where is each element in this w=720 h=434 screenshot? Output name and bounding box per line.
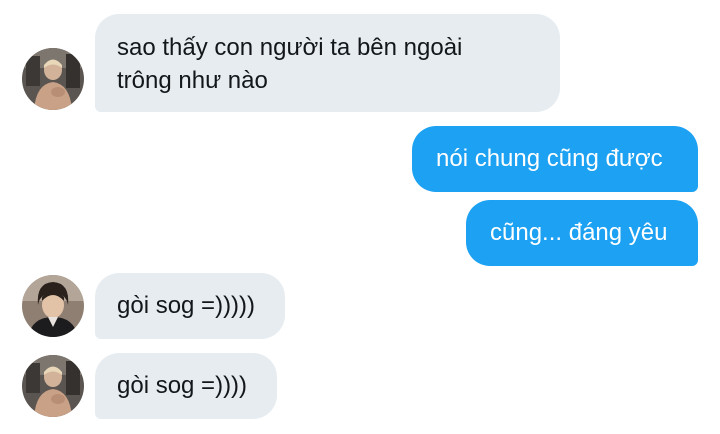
message-row-outgoing: cũng... đáng yêu (0, 200, 720, 266)
message-row-incoming: gòi sog =))))) (0, 273, 720, 339)
avatar[interactable] (22, 275, 84, 337)
message-text: trông như nào (117, 67, 268, 94)
message-row-incoming: gòi sog =)))) (0, 353, 720, 419)
avatar-photo-icon (22, 275, 84, 337)
avatar-photo-icon (22, 48, 84, 110)
avatar[interactable] (22, 48, 84, 110)
message-row-outgoing: nói chung cũng được (0, 126, 720, 192)
message-text: nói chung cũng được (436, 145, 663, 172)
avatar[interactable] (22, 355, 84, 417)
message-bubble-outgoing[interactable]: cũng... đáng yêu (466, 200, 698, 266)
message-text: sao thấy con người ta bên ngoài (117, 34, 463, 61)
message-text: cũng... đáng yêu (490, 219, 668, 246)
message-bubble-incoming[interactable]: gòi sog =)))) (95, 353, 277, 419)
message-bubble-incoming[interactable]: gòi sog =))))) (95, 273, 285, 339)
message-text: gòi sog =)))) (117, 372, 248, 399)
avatar-photo-icon (22, 355, 84, 417)
message-text: gòi sog =))))) (117, 292, 256, 319)
message-bubble-incoming[interactable]: sao thấy con người ta bên ngoài trông nh… (95, 14, 560, 112)
chat-thread: sao thấy con người ta bên ngoài trông nh… (0, 0, 720, 434)
message-bubble-outgoing[interactable]: nói chung cũng được (412, 126, 698, 192)
message-row-incoming: sao thấy con người ta bên ngoài trông nh… (0, 12, 720, 112)
